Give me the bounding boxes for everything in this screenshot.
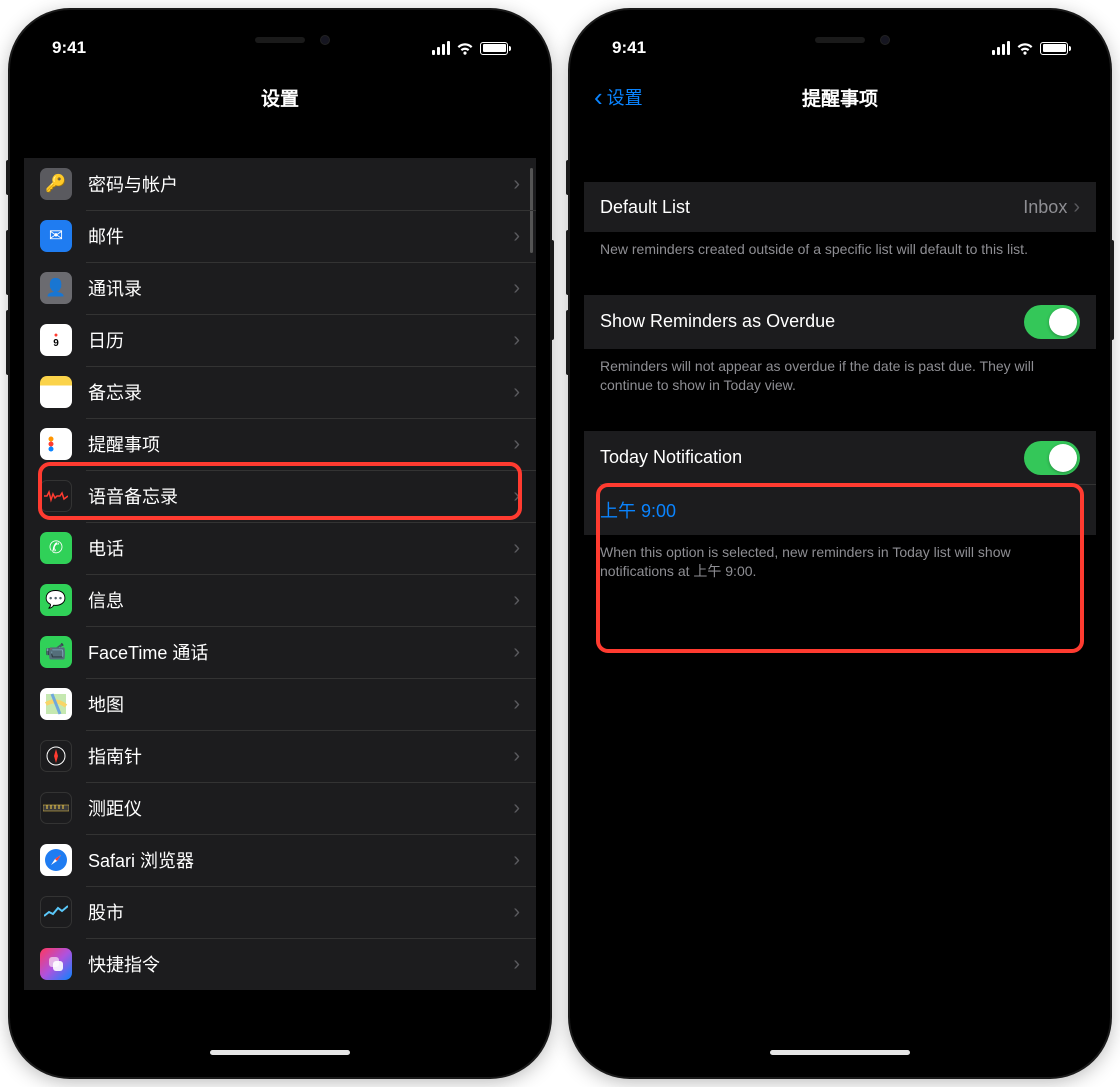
- row-voice-memos[interactable]: 语音备忘录›: [24, 470, 536, 522]
- cellular-signal-icon: [432, 41, 450, 55]
- status-time: 9:41: [612, 38, 646, 58]
- row-safari[interactable]: Safari 浏览器›: [24, 834, 536, 886]
- chevron-right-icon: ›: [513, 849, 520, 872]
- overdue-toggle[interactable]: [1024, 305, 1080, 339]
- phone-left: 9:41 设置 🔑密码与帐户› ✉︎邮件› 👤通讯录› ●9日历› 备忘录› 提…: [10, 10, 550, 1077]
- shortcuts-icon: [40, 948, 72, 980]
- chevron-right-icon: ›: [513, 485, 520, 508]
- chevron-right-icon: ›: [513, 381, 520, 404]
- settings-list: 🔑密码与帐户› ✉︎邮件› 👤通讯录› ●9日历› 备忘录› 提醒事项› 语音备…: [24, 158, 536, 990]
- default-list-value: Inbox: [1023, 197, 1067, 218]
- back-button[interactable]: ‹ 设置: [594, 84, 643, 110]
- chevron-right-icon: ›: [513, 745, 520, 768]
- reminders-icon: [40, 428, 72, 460]
- wifi-icon: [456, 41, 474, 55]
- row-passwords[interactable]: 🔑密码与帐户›: [24, 158, 536, 210]
- chevron-right-icon: ›: [513, 641, 520, 664]
- row-shortcuts[interactable]: 快捷指令›: [24, 938, 536, 990]
- row-measure[interactable]: 测距仪›: [24, 782, 536, 834]
- measure-icon: [40, 792, 72, 824]
- compass-icon: [40, 740, 72, 772]
- home-indicator[interactable]: [770, 1050, 910, 1055]
- overdue-row[interactable]: Show Reminders as Overdue: [584, 295, 1096, 349]
- page-title: 设置: [261, 84, 299, 111]
- default-list-footer: New reminders created outside of a speci…: [584, 232, 1096, 259]
- row-facetime[interactable]: 📹FaceTime 通话›: [24, 626, 536, 678]
- today-toggle[interactable]: [1024, 441, 1080, 475]
- notes-icon: [40, 376, 72, 408]
- chevron-right-icon: ›: [513, 537, 520, 560]
- chevron-right-icon: ›: [513, 277, 520, 300]
- battery-icon: [1040, 42, 1068, 55]
- chevron-right-icon: ›: [513, 173, 520, 196]
- row-reminders[interactable]: 提醒事项›: [24, 418, 536, 470]
- row-mail[interactable]: ✉︎邮件›: [24, 210, 536, 262]
- status-time: 9:41: [52, 38, 86, 58]
- messages-icon: 💬: [40, 584, 72, 616]
- row-stocks[interactable]: 股市›: [24, 886, 536, 938]
- nav-bar: ‹ 设置 提醒事项: [584, 72, 1096, 122]
- row-messages[interactable]: 💬信息›: [24, 574, 536, 626]
- overdue-footer: Reminders will not appear as overdue if …: [584, 349, 1096, 395]
- cellular-signal-icon: [992, 41, 1010, 55]
- chevron-right-icon: ›: [513, 953, 520, 976]
- row-notes[interactable]: 备忘录›: [24, 366, 536, 418]
- page-title: 提醒事项: [802, 84, 878, 111]
- chevron-right-icon: ›: [1073, 196, 1080, 219]
- row-calendar[interactable]: ●9日历›: [24, 314, 536, 366]
- stocks-icon: [40, 896, 72, 928]
- today-notification-row[interactable]: Today Notification: [584, 431, 1096, 485]
- chevron-right-icon: ›: [513, 797, 520, 820]
- row-contacts[interactable]: 👤通讯录›: [24, 262, 536, 314]
- phone-icon: ✆: [40, 532, 72, 564]
- default-list-row[interactable]: Default List Inbox ›: [584, 182, 1096, 232]
- contacts-icon: 👤: [40, 272, 72, 304]
- home-indicator[interactable]: [210, 1050, 350, 1055]
- chevron-right-icon: ›: [513, 433, 520, 456]
- chevron-left-icon: ‹: [594, 84, 603, 110]
- battery-icon: [480, 42, 508, 55]
- chevron-right-icon: ›: [513, 329, 520, 352]
- chevron-right-icon: ›: [513, 901, 520, 924]
- mail-icon: ✉︎: [40, 220, 72, 252]
- phone-right: 9:41 ‹ 设置 提醒事项 Default List Inbox ›: [570, 10, 1110, 1077]
- row-phone[interactable]: ✆电话›: [24, 522, 536, 574]
- today-footer: When this option is selected, new remind…: [584, 535, 1096, 581]
- key-icon: 🔑: [40, 168, 72, 200]
- back-label: 设置: [607, 84, 643, 110]
- today-time-row[interactable]: 上午 9:00: [584, 485, 1096, 535]
- chevron-right-icon: ›: [513, 589, 520, 612]
- chevron-right-icon: ›: [513, 693, 520, 716]
- chevron-right-icon: ›: [513, 225, 520, 248]
- nav-bar: 设置: [24, 72, 536, 122]
- row-maps[interactable]: 地图›: [24, 678, 536, 730]
- maps-icon: [40, 688, 72, 720]
- facetime-icon: 📹: [40, 636, 72, 668]
- wifi-icon: [1016, 41, 1034, 55]
- safari-icon: [40, 844, 72, 876]
- calendar-icon: ●9: [40, 324, 72, 356]
- today-time-value: 上午 9:00: [600, 497, 1080, 523]
- voice-memo-icon: [40, 480, 72, 512]
- row-compass[interactable]: 指南针›: [24, 730, 536, 782]
